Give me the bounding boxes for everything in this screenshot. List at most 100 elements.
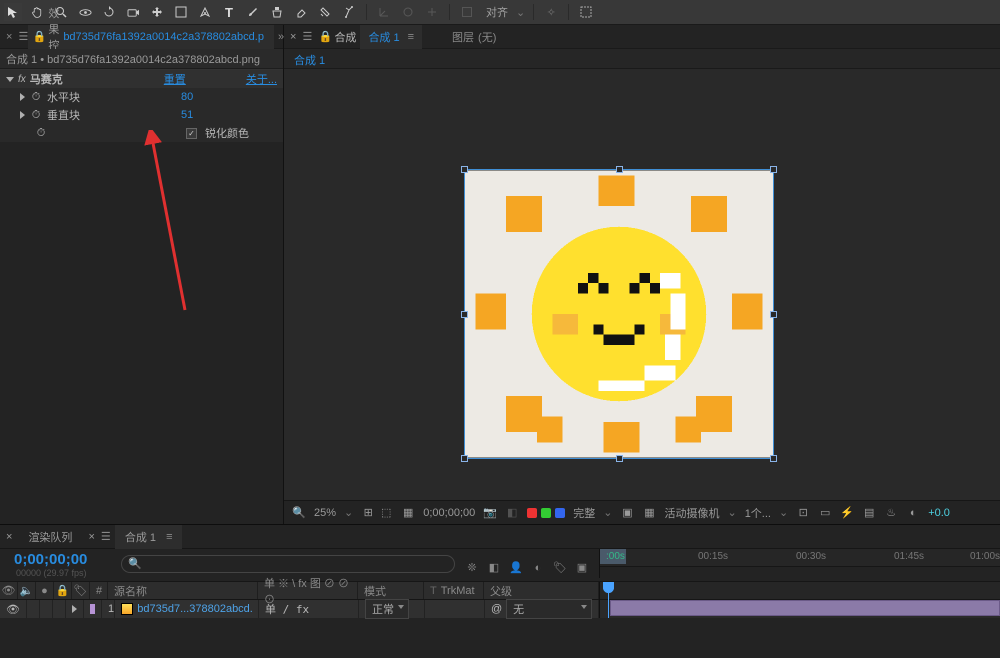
tab-options-icon[interactable]: ≡ — [408, 31, 414, 43]
effects-tab[interactable]: 🔒 效果控件 bd735d76fa1392a0014c2a378802abcd.… — [28, 25, 274, 49]
zoom-dropdown-icon[interactable]: ⌄ — [344, 506, 353, 519]
source-name-col[interactable]: 源名称 — [108, 582, 258, 599]
video-col-icon[interactable]: 👁 — [0, 582, 18, 599]
panel-menu-icon[interactable]: ☰ — [302, 30, 316, 44]
fast-preview-icon[interactable]: ⚡ — [840, 506, 854, 520]
stopwatch-icon[interactable]: ⏱ — [34, 126, 48, 140]
panel-close-x[interactable]: × — [82, 525, 100, 549]
trkmat-col[interactable]: TrkMat — [441, 585, 475, 597]
panel-close-x[interactable]: × — [0, 25, 18, 49]
orbit-camera-tool[interactable] — [76, 3, 94, 21]
mode-col[interactable]: 模式 — [358, 582, 424, 599]
roi-icon[interactable]: ▣ — [620, 506, 634, 520]
stopwatch-icon[interactable]: ⏱ — [29, 90, 43, 104]
expand-bounds-icon[interactable] — [577, 3, 595, 21]
pixel-aspect-icon[interactable]: ▭ — [818, 506, 832, 520]
eraser-tool[interactable] — [292, 3, 310, 21]
timeline-comp-tab[interactable]: 合成 1≡ — [115, 525, 183, 549]
lock-col-icon[interactable]: 🔒 — [54, 582, 72, 599]
fx-badge-icon[interactable]: fx — [18, 74, 26, 85]
viewer-breadcrumb[interactable]: 合成 1 — [294, 55, 325, 67]
timeline-toggle-icon[interactable]: ▤ — [862, 506, 876, 520]
frame-blend-icon[interactable]: ◐ — [531, 561, 545, 575]
render-queue-tab[interactable]: 渲染队列 — [18, 525, 82, 549]
panel-close-x[interactable]: × — [0, 525, 18, 549]
channel-blue-icon[interactable] — [555, 508, 565, 518]
resize-handle[interactable] — [770, 166, 777, 173]
show-snapshot-icon[interactable]: ◧ — [505, 506, 519, 520]
shape-tool[interactable] — [172, 3, 190, 21]
shy-toggle-icon[interactable]: 👤 — [509, 561, 523, 575]
view-axis-icon[interactable] — [423, 3, 441, 21]
transparency-grid-icon[interactable]: ▦ — [642, 506, 656, 520]
current-timecode[interactable]: 0;00;00;00 — [0, 549, 101, 568]
resize-handle[interactable] — [770, 455, 777, 462]
panel-menu-icon[interactable]: ☰ — [101, 530, 115, 544]
brush-tool[interactable] — [244, 3, 262, 21]
clone-stamp-tool[interactable] — [268, 3, 286, 21]
resize-handle[interactable] — [616, 455, 623, 462]
label-swatch[interactable] — [90, 604, 95, 614]
puppet-tool[interactable] — [340, 3, 358, 21]
resolution-icon[interactable]: ⊞ — [361, 506, 375, 520]
rotate-tool[interactable] — [100, 3, 118, 21]
viewer-canvas-area[interactable] — [284, 69, 1000, 500]
param-h-value[interactable]: 80 — [181, 91, 193, 103]
snap-checkbox[interactable] — [458, 3, 476, 21]
viewer-comp-tab[interactable]: 合成 1 ≡ — [360, 25, 422, 49]
search-input[interactable]: 🔍 — [121, 555, 455, 573]
time-ruler[interactable]: :00s 00:15s 00:30s 01:45s 01:00s — [600, 549, 1000, 567]
layer-row[interactable]: 👁 1 bd735d7...378802abcd.png 单 / fx 正常 @… — [0, 600, 599, 618]
viewer-timecode[interactable]: 0;00;00;00 — [423, 507, 475, 519]
flowchart-icon[interactable]: ♨ — [884, 506, 898, 520]
effect-reset-link[interactable]: 重置 — [164, 71, 186, 87]
channel-green-icon[interactable] — [541, 508, 551, 518]
video-toggle[interactable]: 👁 — [0, 600, 27, 618]
resolution-dropdown[interactable]: 完整 — [573, 505, 595, 521]
pickwhip-icon[interactable]: @ — [491, 603, 502, 615]
layer-switches[interactable]: 单 / fx — [259, 600, 359, 618]
parent-col[interactable]: 父级 — [484, 582, 599, 599]
comp-mini-flowchart-icon[interactable]: ❊ — [465, 561, 479, 575]
layer-duration-bar[interactable] — [610, 600, 1000, 616]
draft-3d-icon[interactable]: ◧ — [487, 561, 501, 575]
pan-behind-tool[interactable] — [148, 3, 166, 21]
mask-toggle-icon[interactable]: ▦ — [401, 506, 415, 520]
camera-dropdown[interactable]: 活动摄像机 — [664, 505, 719, 521]
panel-menu-icon[interactable]: ☰ — [18, 30, 28, 44]
reset-exposure-icon[interactable]: ◐ — [906, 506, 920, 520]
bounds-icon[interactable]: ⬚ — [379, 506, 393, 520]
effect-about-link[interactable]: 关于... — [246, 71, 277, 87]
hand-tool[interactable] — [28, 3, 46, 21]
magnify-icon[interactable]: 🔍 — [292, 506, 306, 520]
resize-handle[interactable] — [461, 166, 468, 173]
layer-name[interactable]: bd735d7...378802abcd.png — [137, 603, 252, 615]
lock-toggle[interactable] — [53, 600, 66, 618]
pen-tool[interactable] — [196, 3, 214, 21]
text-tool[interactable]: T — [220, 3, 238, 21]
zoom-level[interactable]: 25% — [314, 507, 336, 519]
resize-handle[interactable] — [616, 166, 623, 173]
audio-col-icon[interactable]: 🔈 — [18, 582, 36, 599]
audio-toggle[interactable] — [27, 600, 40, 618]
parent-dropdown[interactable]: 无 — [506, 599, 592, 619]
snapshot-icon[interactable]: 📷 — [483, 506, 497, 520]
label-col-icon[interactable]: 🏷 — [72, 582, 90, 599]
world-axis-icon[interactable] — [399, 3, 417, 21]
effect-twirl-icon[interactable] — [6, 77, 14, 82]
effect-name[interactable]: 马赛克 — [30, 71, 63, 87]
channel-red-icon[interactable] — [527, 508, 537, 518]
view-layout-icon[interactable]: ⊡ — [796, 506, 810, 520]
sharpen-checkbox[interactable]: ✓ — [186, 128, 197, 139]
layer-tab-label[interactable]: 图层 — [452, 29, 474, 45]
view-count[interactable]: 1个... — [745, 505, 771, 521]
motion-blur-icon[interactable]: 🏷 — [553, 561, 567, 575]
selection-tool[interactable] — [4, 3, 22, 21]
mode-dropdown[interactable]: 正常 — [365, 599, 409, 619]
index-col[interactable]: # — [90, 582, 108, 599]
solo-col-icon[interactable]: ● — [36, 582, 54, 599]
camera-tool[interactable] — [124, 3, 142, 21]
resize-handle[interactable] — [461, 311, 468, 318]
local-axis-icon[interactable] — [375, 3, 393, 21]
snapping-extend-icon[interactable]: ✧ — [542, 3, 560, 21]
